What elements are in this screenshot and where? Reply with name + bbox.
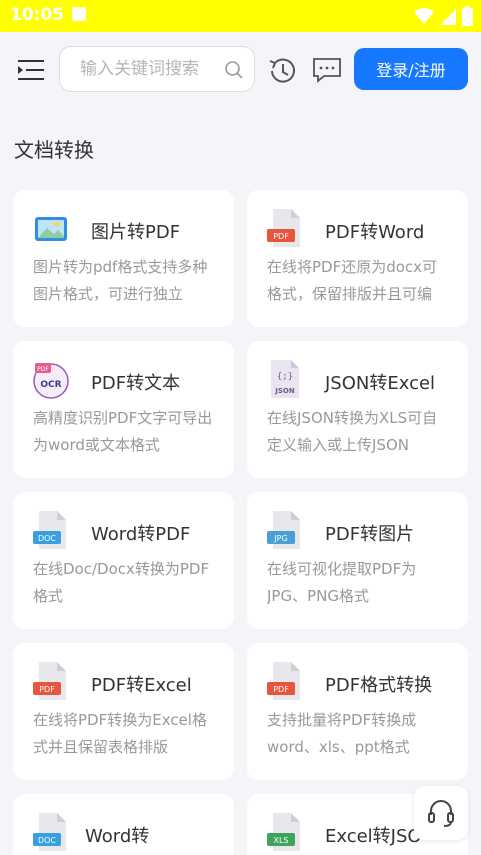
tool-desc: 支持批量将PDF转换成word、xls、ppt格式 bbox=[267, 711, 417, 756]
svg-text:JSON: JSON bbox=[274, 387, 295, 395]
svg-text:{;}: {;} bbox=[277, 372, 293, 382]
jpg-file-icon: JPG bbox=[267, 511, 300, 549]
tool-card-pdf-to-word[interactable]: PDF PDF转Word 在线将PDF还原为docx可格式，保留排版并且可编 bbox=[247, 190, 468, 327]
search-input[interactable] bbox=[80, 59, 230, 79]
search-icon[interactable] bbox=[224, 60, 244, 80]
tool-title: 图片转PDF bbox=[91, 222, 181, 243]
svg-text:PDF: PDF bbox=[37, 366, 49, 373]
image-icon bbox=[35, 217, 67, 241]
headset-icon bbox=[428, 800, 454, 827]
tool-card-image-to-pdf[interactable]: 图片转PDF 图片转为pdf格式支持多种图片格式，可进行独立 bbox=[13, 190, 234, 327]
status-time: 10:05 bbox=[10, 5, 65, 25]
pdf-file-icon: PDF bbox=[267, 662, 300, 700]
tool-desc: 在线可视化提取PDF为JPG、PNG格式 bbox=[267, 560, 417, 605]
tool-desc: 在线将PDF转换为Excel格式并且保留表格排版 bbox=[33, 711, 207, 756]
svg-text:PDF: PDF bbox=[273, 685, 289, 694]
pdf-file-icon: PDF bbox=[33, 662, 66, 700]
tool-title: PDF格式转换 bbox=[325, 675, 433, 696]
tool-title: PDF转文本 bbox=[91, 373, 181, 394]
tool-title: JSON转Excel bbox=[325, 373, 436, 394]
tool-card-pdf-to-text[interactable]: PDF OCR PDF转文本 高精度识别PDF文字可导出为word或文本格式 bbox=[13, 341, 234, 478]
xls-file-icon: XLS bbox=[267, 813, 300, 851]
svg-text:OCR: OCR bbox=[40, 380, 61, 390]
battery-icon bbox=[462, 6, 473, 26]
signal-icon bbox=[440, 9, 456, 25]
svg-text:PDF: PDF bbox=[39, 685, 55, 694]
svg-text:XLS: XLS bbox=[273, 836, 288, 845]
tool-title: Excel转JSO bbox=[325, 826, 422, 847]
svg-text:DOC: DOC bbox=[38, 836, 56, 845]
tool-desc: 图片转为pdf格式支持多种图片格式，可进行独立 bbox=[33, 258, 208, 303]
svg-text:JPG: JPG bbox=[273, 534, 287, 543]
tool-card-json-to-excel[interactable]: {;} JSON JSON转Excel 在线JSON转换为XLS可自定义输入或上… bbox=[247, 341, 468, 478]
tool-desc: 高精度识别PDF文字可导出为word或文本格式 bbox=[33, 409, 213, 454]
login-register-button[interactable]: 登录/注册 bbox=[354, 48, 468, 90]
tool-card-pdf-to-image[interactable]: JPG PDF转图片 在线可视化提取PDF为JPG、PNG格式 bbox=[247, 492, 468, 629]
tool-title: PDF转Excel bbox=[91, 675, 192, 696]
doc-file-icon: DOC bbox=[33, 511, 66, 549]
doc-file-icon: DOC bbox=[33, 813, 66, 851]
customer-service-button[interactable] bbox=[414, 786, 468, 840]
history-icon[interactable] bbox=[266, 56, 298, 86]
tool-title: PDF转Word bbox=[325, 222, 425, 243]
tool-card-pdf-format-convert[interactable]: PDF PDF格式转换 支持批量将PDF转换成word、xls、ppt格式 bbox=[247, 643, 468, 780]
top-bar: 登录/注册 bbox=[0, 32, 481, 108]
tool-card-pdf-to-excel[interactable]: PDF PDF转Excel 在线将PDF转换为Excel格式并且保留表格排版 bbox=[13, 643, 234, 780]
status-bar: 10:05 bbox=[0, 0, 481, 32]
svg-text:DOC: DOC bbox=[38, 534, 56, 543]
pdf-file-icon: PDF bbox=[267, 209, 300, 247]
svg-text:PDF: PDF bbox=[273, 232, 289, 241]
tool-desc: 在线Doc/Docx转换为PDF格式 bbox=[33, 560, 210, 605]
section-title: 文档转换 bbox=[14, 138, 94, 162]
tool-desc: 在线JSON转换为XLS可自定义输入或上传JSON bbox=[267, 409, 438, 454]
tool-desc: 在线将PDF还原为docx可格式，保留排版并且可编 bbox=[267, 258, 438, 303]
tool-card-word-to[interactable]: DOC Word转 bbox=[13, 794, 234, 855]
tool-card-word-to-pdf[interactable]: DOC Word转PDF 在线Doc/Docx转换为PDF格式 bbox=[13, 492, 234, 629]
wifi-icon bbox=[414, 8, 434, 24]
search-box[interactable] bbox=[59, 46, 255, 92]
notification-icon bbox=[72, 7, 86, 21]
tool-title: PDF转图片 bbox=[325, 524, 415, 545]
message-icon[interactable] bbox=[312, 56, 342, 84]
menu-icon[interactable] bbox=[16, 58, 46, 82]
json-file-icon: {;} JSON bbox=[271, 360, 299, 398]
tool-title: Word转 bbox=[85, 826, 150, 847]
ocr-icon: PDF OCR bbox=[33, 363, 69, 399]
tool-title: Word转PDF bbox=[91, 524, 191, 545]
